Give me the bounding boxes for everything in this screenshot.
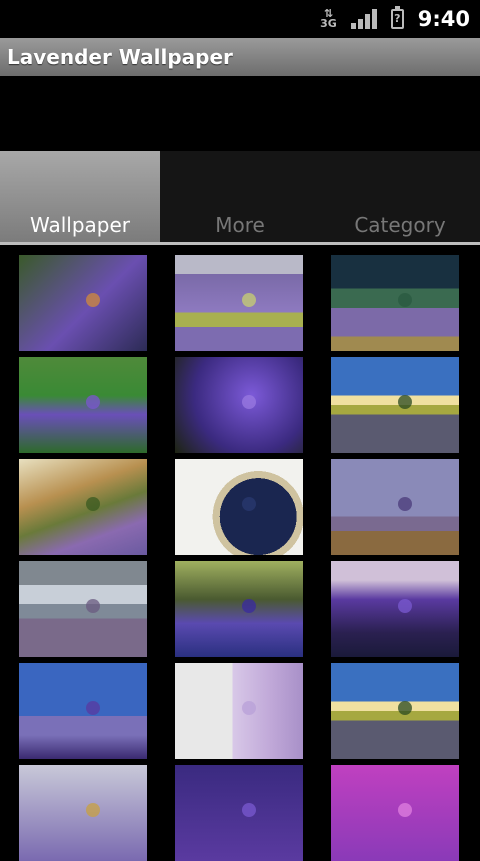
wallpaper-thumbnail[interactable] bbox=[331, 255, 459, 351]
status-bar: ⇅ 3G ? 9:40 bbox=[0, 0, 480, 38]
thumbnail-detail bbox=[85, 497, 100, 512]
wallpaper-thumbnail[interactable] bbox=[175, 459, 303, 555]
thumbnail-detail bbox=[241, 599, 256, 614]
tab-underline bbox=[0, 242, 480, 245]
wallpaper-thumbnail[interactable] bbox=[175, 255, 303, 351]
thumbnail-detail bbox=[241, 497, 256, 512]
status-time: 9:40 bbox=[417, 7, 470, 31]
wallpaper-thumbnail[interactable] bbox=[19, 765, 147, 861]
thumbnail-detail bbox=[397, 803, 412, 818]
tab-wallpaper[interactable]: Wallpaper bbox=[0, 151, 160, 245]
wallpaper-thumbnail[interactable] bbox=[175, 357, 303, 453]
thumbnail-detail bbox=[85, 701, 100, 716]
wallpaper-thumbnail[interactable] bbox=[331, 561, 459, 657]
network-3g-icon: ⇅ 3G bbox=[320, 7, 337, 30]
thumbnail-detail bbox=[397, 497, 412, 512]
tab-bar: Wallpaper More Category bbox=[0, 151, 480, 245]
wallpaper-thumbnail[interactable] bbox=[331, 663, 459, 759]
tab-more[interactable]: More bbox=[160, 151, 320, 245]
thumbnail-detail bbox=[241, 293, 256, 308]
thumbnail-detail bbox=[397, 599, 412, 614]
thumbnail-detail bbox=[397, 395, 412, 410]
thumbnail-detail bbox=[241, 395, 256, 410]
wallpaper-thumbnail[interactable] bbox=[175, 663, 303, 759]
thumbnail-detail bbox=[241, 803, 256, 818]
wallpaper-thumbnail[interactable] bbox=[19, 255, 147, 351]
wallpaper-thumbnail[interactable] bbox=[175, 561, 303, 657]
wallpaper-thumbnail[interactable] bbox=[331, 765, 459, 861]
tab-category[interactable]: Category bbox=[320, 151, 480, 245]
wallpaper-thumbnail[interactable] bbox=[175, 765, 303, 861]
wallpaper-thumbnail[interactable] bbox=[331, 459, 459, 555]
wallpaper-thumbnail[interactable] bbox=[331, 357, 459, 453]
battery-icon: ? bbox=[390, 6, 404, 29]
thumbnail-detail bbox=[85, 293, 100, 308]
wallpaper-thumbnail[interactable] bbox=[19, 561, 147, 657]
wallpaper-thumbnail[interactable] bbox=[19, 357, 147, 453]
thumbnail-detail bbox=[85, 599, 100, 614]
app-title-bar: Lavender Wallpaper bbox=[0, 38, 480, 76]
thumbnail-detail bbox=[397, 701, 412, 716]
thumbnail-detail bbox=[397, 293, 412, 308]
app-title: Lavender Wallpaper bbox=[7, 45, 233, 69]
thumbnail-detail bbox=[85, 803, 100, 818]
thumbnail-detail bbox=[85, 395, 100, 410]
wallpaper-thumbnail[interactable] bbox=[19, 663, 147, 759]
signal-strength-icon bbox=[350, 9, 377, 29]
wallpaper-thumbnail[interactable] bbox=[19, 459, 147, 555]
thumbnail-detail bbox=[241, 701, 256, 716]
